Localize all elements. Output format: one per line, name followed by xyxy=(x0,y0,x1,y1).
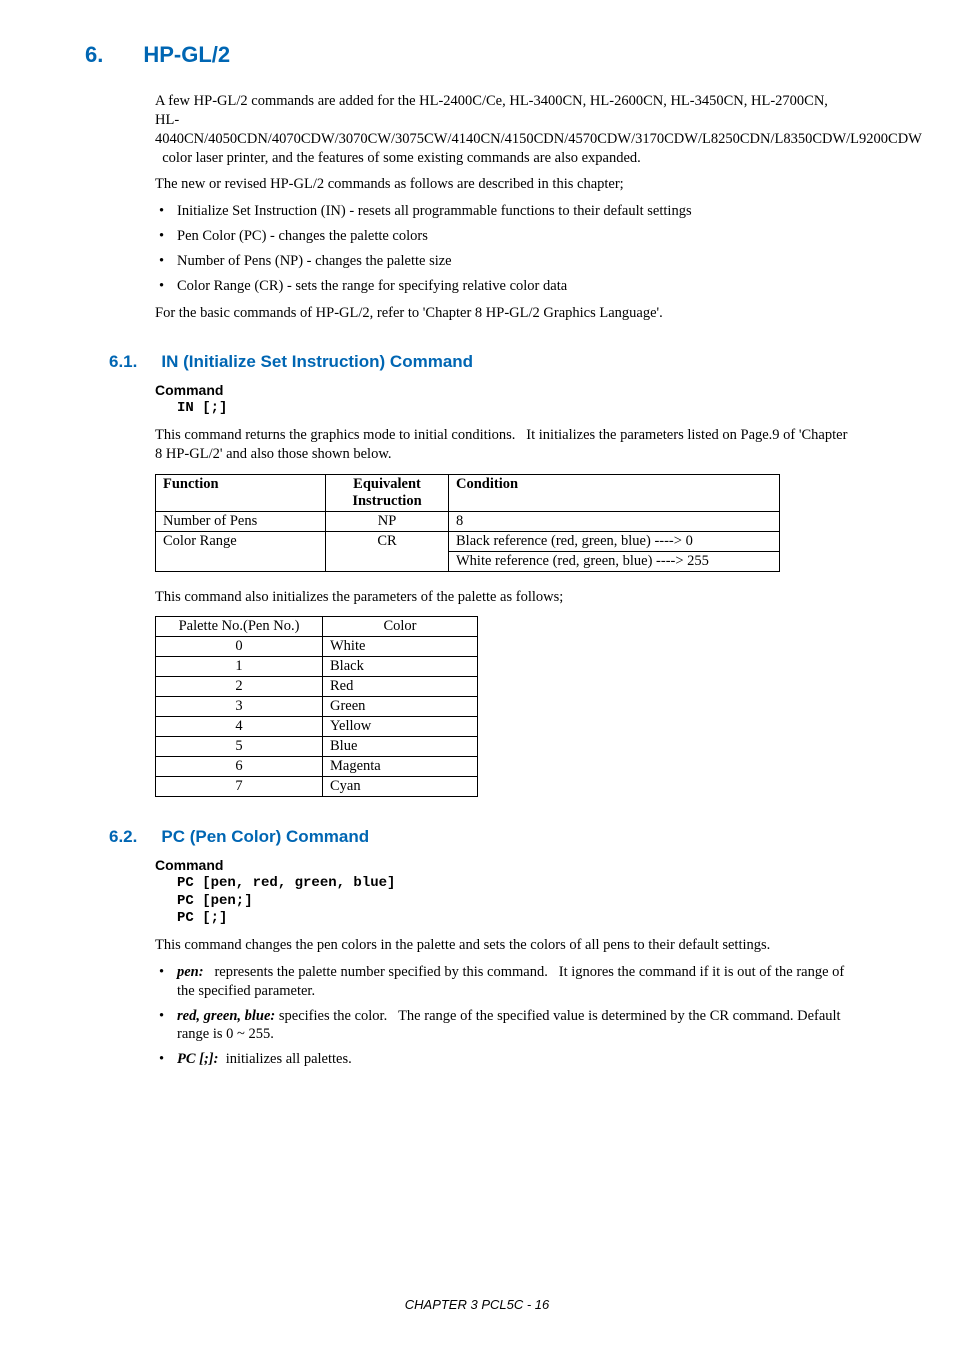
code-block: IN [;] xyxy=(177,400,854,418)
list-item: Number of Pens (NP) - changes the palett… xyxy=(155,252,854,271)
table-cell: Yellow xyxy=(323,717,478,737)
table-row: 3Green xyxy=(156,697,478,717)
code-block: PC [pen, red, green, blue] PC [pen;] PC … xyxy=(177,875,854,928)
intro-paragraph: A few HP-GL/2 commands are added for the… xyxy=(155,92,854,167)
table-cell: 5 xyxy=(156,737,323,757)
intro-paragraph: The new or revised HP-GL/2 commands as f… xyxy=(155,175,854,194)
list-item: red, green, blue: specifies the color. T… xyxy=(155,1007,854,1045)
table-header: Palette No.(Pen No.) xyxy=(156,617,323,637)
table-cell: Cyan xyxy=(323,777,478,797)
table-row: 6Magenta xyxy=(156,757,478,777)
table-row: Number of Pens NP 8 xyxy=(156,511,780,531)
section-number: 6.2. xyxy=(109,827,137,846)
table-row: 4Yellow xyxy=(156,717,478,737)
param-term: pen: xyxy=(177,964,204,980)
table-cell: Magenta xyxy=(323,757,478,777)
section-title: IN (Initialize Set Instruction) Command xyxy=(161,352,473,371)
table-header: Color xyxy=(323,617,478,637)
param-term: red, green, blue: xyxy=(177,1008,275,1024)
chapter-title: HP-GL/2 xyxy=(143,42,230,67)
table-cell: 3 xyxy=(156,697,323,717)
table-cell: 7 xyxy=(156,777,323,797)
table-header: Condition xyxy=(449,474,780,511)
intro-bullet-list: Initialize Set Instruction (IN) - resets… xyxy=(155,202,854,295)
paragraph: This command returns the graphics mode t… xyxy=(155,426,854,464)
table-header: Equivalent Instruction xyxy=(326,474,449,511)
list-item: Color Range (CR) - sets the range for sp… xyxy=(155,277,854,296)
table-row: 7Cyan xyxy=(156,777,478,797)
section-number: 6.1. xyxy=(109,352,137,371)
table-row: 2Red xyxy=(156,677,478,697)
intro-paragraph: For the basic commands of HP-GL/2, refer… xyxy=(155,304,854,323)
table-cell: 8 xyxy=(449,511,780,531)
table-cell: Black xyxy=(323,657,478,677)
table-cell: Blue xyxy=(323,737,478,757)
table-header: Function xyxy=(156,474,326,511)
param-term: PC [;]: xyxy=(177,1051,218,1067)
paragraph: This command also initializes the parame… xyxy=(155,588,854,607)
table-cell: Number of Pens xyxy=(156,511,326,531)
chapter-number: 6. xyxy=(85,42,103,67)
table-cell: 0 xyxy=(156,637,323,657)
paragraph: This command changes the pen colors in t… xyxy=(155,936,854,955)
palette-table: Palette No.(Pen No.) Color 0White 1Black… xyxy=(155,616,478,797)
list-item: pen: represents the palette number speci… xyxy=(155,963,854,1001)
command-label: Command xyxy=(155,857,854,873)
equivalent-instruction-table: Function Equivalent Instruction Conditio… xyxy=(155,474,780,572)
chapter-heading: 6. HP-GL/2 xyxy=(85,42,854,68)
table-row: 0White xyxy=(156,637,478,657)
table-row: 5Blue xyxy=(156,737,478,757)
param-text: initializes all palettes. xyxy=(218,1051,351,1067)
param-text: represents the palette number specified … xyxy=(177,964,844,999)
table-header-row: Function Equivalent Instruction Conditio… xyxy=(156,474,780,511)
section-title: PC (Pen Color) Command xyxy=(161,827,369,846)
param-bullet-list: pen: represents the palette number speci… xyxy=(155,963,854,1069)
page-footer: CHAPTER 3 PCL5C - 16 xyxy=(0,1297,954,1312)
table-cell: 2 xyxy=(156,677,323,697)
table-header-row: Palette No.(Pen No.) Color xyxy=(156,617,478,637)
table-cell: 6 xyxy=(156,757,323,777)
table-cell: White xyxy=(323,637,478,657)
table-row: Color Range CR Black reference (red, gre… xyxy=(156,531,780,551)
param-text: specifies the color. The range of the sp… xyxy=(177,1008,841,1043)
section-heading: 6.2. PC (Pen Color) Command xyxy=(109,827,854,847)
list-item: PC [;]: initializes all palettes. xyxy=(155,1050,854,1069)
table-cell: CR xyxy=(326,531,449,571)
table-cell: 1 xyxy=(156,657,323,677)
list-item: Pen Color (PC) - changes the palette col… xyxy=(155,227,854,246)
table-cell: White reference (red, green, blue) ---->… xyxy=(449,551,780,571)
command-label: Command xyxy=(155,382,854,398)
table-cell: Red xyxy=(323,677,478,697)
table-cell: Green xyxy=(323,697,478,717)
table-row: 1Black xyxy=(156,657,478,677)
table-cell: Color Range xyxy=(156,531,326,571)
table-cell: 4 xyxy=(156,717,323,737)
table-cell: NP xyxy=(326,511,449,531)
table-cell: Black reference (red, green, blue) ---->… xyxy=(449,531,780,551)
list-item: Initialize Set Instruction (IN) - resets… xyxy=(155,202,854,221)
section-heading: 6.1. IN (Initialize Set Instruction) Comm… xyxy=(109,352,854,372)
